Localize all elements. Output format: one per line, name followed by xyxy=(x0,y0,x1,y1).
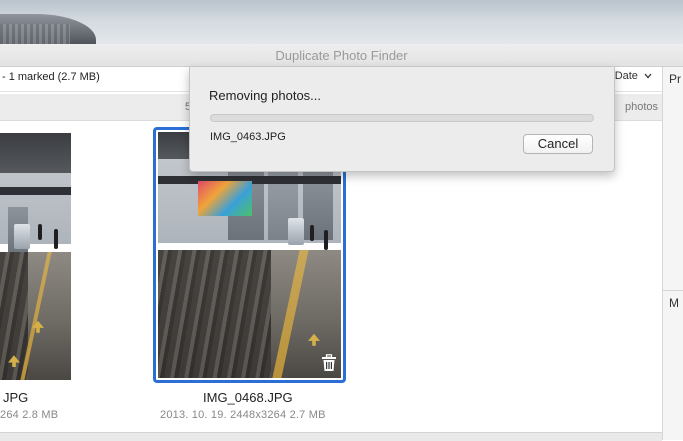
inspector-heading-metadata: M xyxy=(669,296,679,310)
sort-dropdown[interactable]: Date xyxy=(615,70,652,82)
inspector-panel: Pr M xyxy=(662,67,683,440)
desktop-wallpaper xyxy=(0,0,683,44)
photo-person xyxy=(38,224,42,241)
sort-label: Date xyxy=(614,70,638,82)
photo-train xyxy=(288,218,304,246)
inspector-divider xyxy=(663,290,683,291)
wallpaper-texture xyxy=(0,24,70,44)
progress-bar xyxy=(210,114,594,122)
removing-photos-sheet: Removing photos... IMG_0463.JPG Cancel xyxy=(189,67,615,172)
window-title: Duplicate Photo Finder xyxy=(275,48,408,63)
cancel-button[interactable]: Cancel xyxy=(523,134,593,154)
photo-meta: 264 2.8 MB xyxy=(0,409,59,421)
photo-train xyxy=(14,224,30,250)
group-photos-label: photos xyxy=(624,101,658,113)
photo-meta: 2013. 10. 19. 2448x3264 2.7 MB xyxy=(160,409,326,421)
photo-person xyxy=(54,229,58,250)
photo-person xyxy=(324,230,328,251)
photo-filename: IMG_0468.JPG xyxy=(203,390,293,405)
photo-beam xyxy=(0,187,71,195)
current-file-label: IMG_0463.JPG xyxy=(210,131,286,143)
photo-billboard xyxy=(198,181,252,216)
chevron-down-icon xyxy=(644,73,652,79)
window-titlebar[interactable]: Duplicate Photo Finder xyxy=(0,44,683,67)
photo-tracks xyxy=(158,250,272,378)
photo-filename: JPG xyxy=(3,390,29,405)
photo-thumbnail[interactable] xyxy=(0,133,71,380)
marked-summary: - 1 marked (2.7 MB) xyxy=(2,71,100,83)
trash-icon-glyph xyxy=(322,354,336,371)
trash-icon[interactable] xyxy=(321,354,337,372)
dialog-message: Removing photos... xyxy=(209,88,322,103)
photo-person xyxy=(310,225,314,242)
inspector-heading-preview: Pr xyxy=(669,72,681,86)
photo-roof xyxy=(0,133,71,173)
